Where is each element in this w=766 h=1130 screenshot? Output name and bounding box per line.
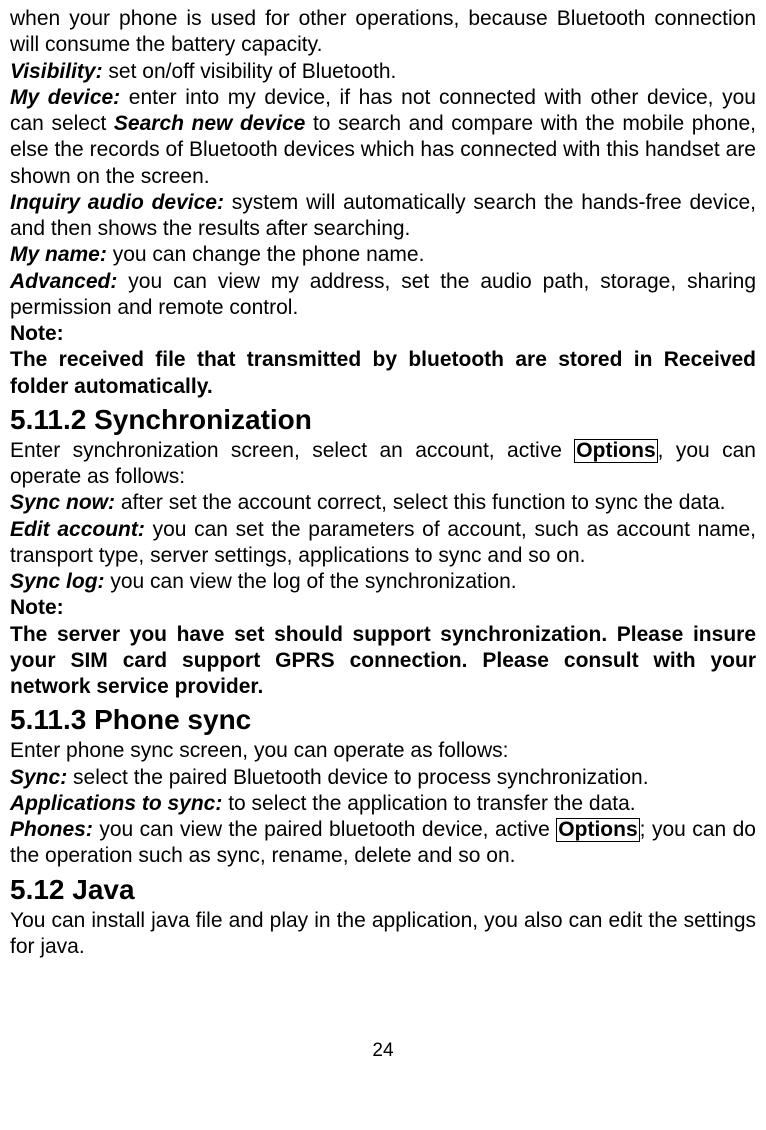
inquiry-label: Inquiry audio device: xyxy=(10,191,224,214)
phonesync-intro: Enter phone sync screen, you can operate… xyxy=(10,738,756,764)
mydevice-label: My device: xyxy=(10,86,120,109)
syncnow-label: Sync now: xyxy=(10,491,115,514)
sync-text: select the paired Bluetooth device to pr… xyxy=(67,766,648,789)
options-box-1: Options xyxy=(574,439,657,463)
page-number: 24 xyxy=(10,1040,756,1062)
visibility-line: Visibility: set on/off visibility of Blu… xyxy=(10,59,756,85)
phones-text1: you can view the paired bluetooth device… xyxy=(93,818,556,841)
phones-paragraph: Phones: you can view the paired bluetoot… xyxy=(10,817,756,870)
note2-label: Note: xyxy=(10,595,756,621)
inquiry-paragraph: Inquiry audio device: system will automa… xyxy=(10,190,756,243)
syncnow-text: after set the account correct, select th… xyxy=(115,491,726,514)
synclog-label: Sync log: xyxy=(10,570,105,593)
advanced-paragraph: Advanced: you can view my address, set t… xyxy=(10,269,756,322)
myname-line: My name: you can change the phone name. xyxy=(10,242,756,268)
sync-label: Sync: xyxy=(10,766,67,789)
options-box-2: Options xyxy=(556,818,639,842)
sync-intro-paragraph: Enter synchronization screen, select an … xyxy=(10,438,756,491)
sync-intro1: Enter synchronization screen, select an … xyxy=(10,439,574,462)
editacc-paragraph: Edit account: you can set the parameters… xyxy=(10,517,756,570)
advanced-text: you can view my address, set the audio p… xyxy=(10,270,756,319)
phones-label: Phones: xyxy=(10,818,93,841)
heading-synchronization: 5.11.2 Synchronization xyxy=(10,402,756,437)
apps-text: to select the application to transfer th… xyxy=(222,792,635,815)
note2-text: The server you have set should support s… xyxy=(10,622,756,701)
visibility-label: Visibility: xyxy=(10,60,103,83)
synclog-line: Sync log: you can view the log of the sy… xyxy=(10,569,756,595)
myname-label: My name: xyxy=(10,243,107,266)
heading-java: 5.12 Java xyxy=(10,872,756,907)
document-page: when your phone is used for other operat… xyxy=(0,0,766,1062)
syncnow-paragraph: Sync now: after set the account correct,… xyxy=(10,490,756,516)
visibility-text: set on/off visibility of Bluetooth. xyxy=(103,60,397,83)
sync-line: Sync: select the paired Bluetooth device… xyxy=(10,765,756,791)
heading-phone-sync: 5.11.3 Phone sync xyxy=(10,702,756,737)
java-paragraph: You can install java file and play in th… xyxy=(10,908,756,961)
mydevice-paragraph: My device: enter into my device, if has … xyxy=(10,85,756,190)
synclog-text: you can view the log of the synchronizat… xyxy=(105,570,517,593)
apps-line: Applications to sync: to select the appl… xyxy=(10,791,756,817)
intro-paragraph: when your phone is used for other operat… xyxy=(10,6,756,59)
note1-label: Note: xyxy=(10,321,756,347)
note1-text: The received file that transmitted by bl… xyxy=(10,347,756,400)
mydevice-em: Search new device xyxy=(114,112,305,135)
myname-text: you can change the phone name. xyxy=(107,243,425,266)
apps-label: Applications to sync: xyxy=(10,792,222,815)
advanced-label: Advanced: xyxy=(10,270,117,293)
editacc-label: Edit account: xyxy=(10,518,145,541)
